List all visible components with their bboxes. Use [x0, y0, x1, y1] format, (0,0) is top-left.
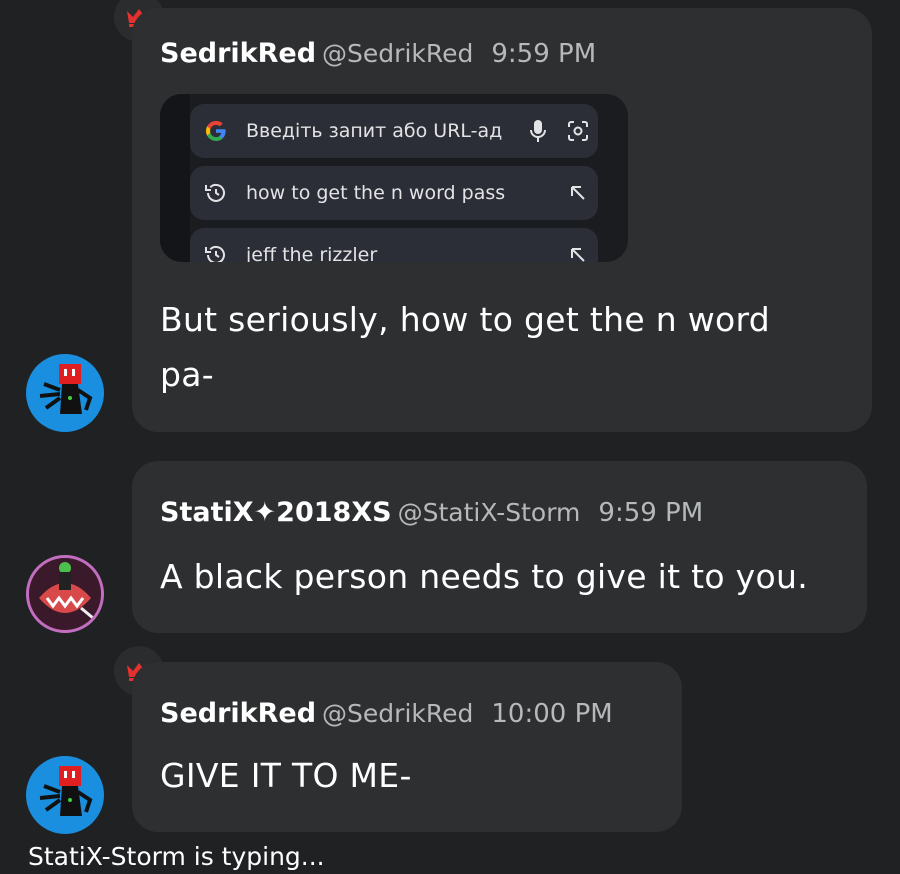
message-text: But seriously, how to get the n word pa- — [160, 292, 850, 402]
message-header: StatiX✦2018XS @StatiX-Storm 9:59 PM — [160, 497, 703, 528]
avatar[interactable] — [26, 354, 104, 432]
search-placeholder: Введіть запит або URL-ад — [246, 120, 503, 142]
microphone-icon — [518, 119, 558, 143]
google-logo-icon — [204, 119, 246, 143]
arrow-up-left-icon — [558, 184, 598, 202]
history-item: jeff the rizzler — [190, 228, 598, 262]
history-item: how to get the n word pass — [190, 166, 598, 220]
history-text: how to get the n word pass — [246, 182, 506, 204]
timestamp: 9:59 PM — [491, 39, 597, 69]
timestamp: 9:59 PM — [598, 498, 704, 528]
message-header: SedrikRed @SedrikRed 9:59 PM — [160, 38, 596, 69]
author-handle[interactable]: @StatiX-Storm — [398, 498, 581, 527]
message-bubble[interactable]: SedrikRed @SedrikRed 9:59 PM Введіть запит… — [132, 8, 872, 432]
history-icon — [204, 181, 246, 205]
chat-view: SedrikRed @SedrikRed 9:59 PM Введіть запит… — [0, 0, 900, 874]
history-text: jeff the rizzler — [246, 244, 378, 262]
author-name[interactable]: SedrikRed — [160, 38, 316, 69]
author-name[interactable]: StatiX✦2018XS — [160, 497, 392, 528]
history-icon — [204, 243, 246, 262]
timestamp: 10:00 PM — [491, 699, 613, 729]
arrow-up-left-icon — [558, 246, 598, 262]
search-bar: Введіть запит або URL-ад — [190, 104, 598, 158]
author-handle[interactable]: @SedrikRed — [322, 699, 473, 728]
message-text: GIVE IT TO ME- — [160, 756, 412, 795]
message-line: But seriously, how to get the n word — [160, 300, 771, 339]
avatar[interactable] — [26, 555, 104, 633]
author-name[interactable]: SedrikRed — [160, 698, 316, 729]
typing-indicator: StatiX-Storm is typing... — [28, 842, 325, 871]
message-bubble[interactable]: SedrikRed @SedrikRed 10:00 PM GIVE IT TO M… — [132, 662, 682, 832]
message-line: pa- — [160, 355, 214, 394]
image-attachment[interactable]: Введіть запит або URL-ад how to get the … — [160, 94, 628, 262]
message-bubble[interactable]: StatiX✦2018XS @StatiX-Storm 9:59 PM A blac… — [132, 461, 867, 633]
message-header: SedrikRed @SedrikRed 10:00 PM — [160, 698, 613, 729]
avatar[interactable] — [26, 756, 104, 834]
author-handle[interactable]: @SedrikRed — [322, 39, 473, 68]
message-text: A black person needs to give it to you. — [160, 557, 808, 596]
lens-icon — [558, 119, 598, 143]
